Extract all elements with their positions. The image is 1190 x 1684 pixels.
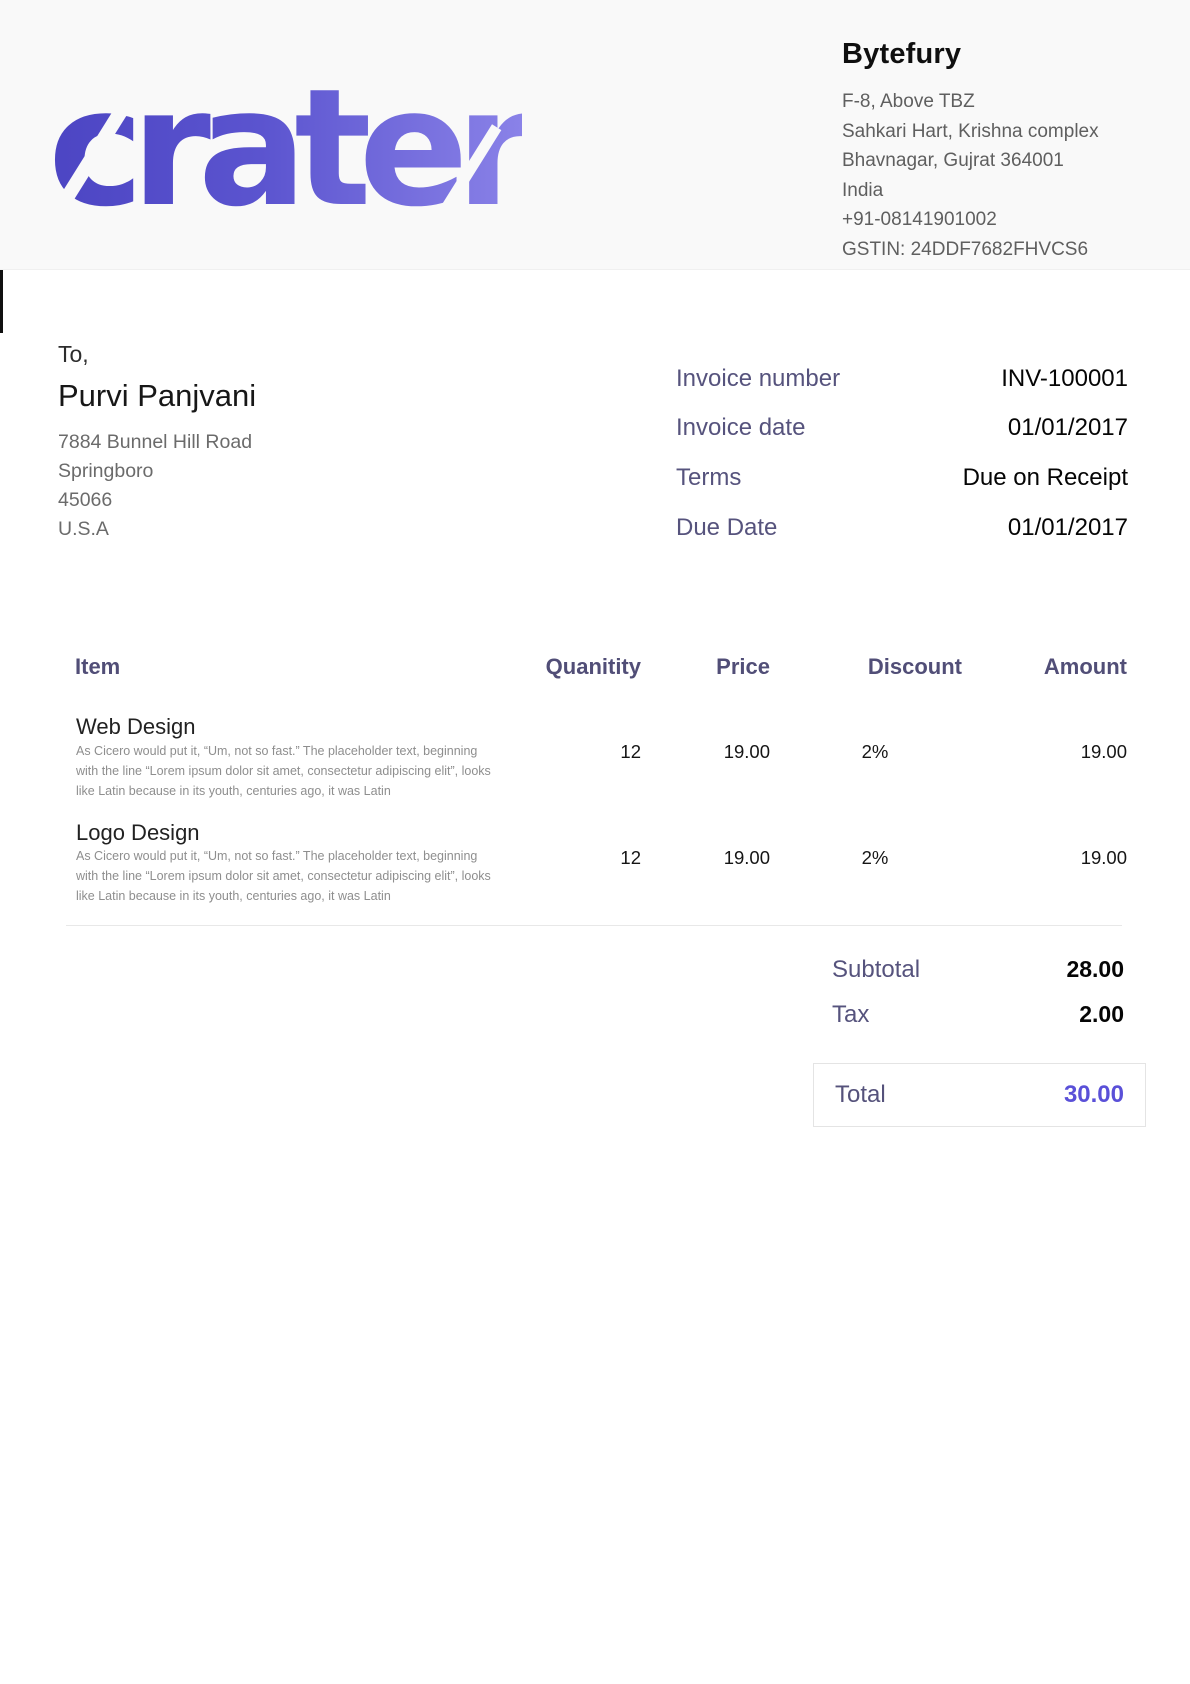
item-description-line: As Cicero would put it, “Um, not so fast…	[76, 846, 491, 866]
item-amount: 19.00	[967, 741, 1127, 763]
company-address-line: Sahkari Hart, Krishna complex	[842, 117, 1172, 147]
column-header-item: Item	[75, 654, 120, 680]
company-address-line: F-8, Above TBZ	[842, 87, 1172, 117]
invoice-number-label: Invoice number	[676, 365, 840, 393]
column-header-amount: Amount	[967, 654, 1127, 680]
due-date-label: Due Date	[676, 514, 777, 542]
company-gstin: GSTIN: 24DDF7682FHVCS6	[842, 235, 1172, 265]
item-name: Web Design	[76, 714, 195, 740]
bill-to-block: To, Purvi Panjvani 7884 Bunnel Hill Road…	[58, 341, 256, 544]
tax-row: Tax 2.00	[832, 1001, 1124, 1029]
tax-value: 2.00	[1079, 1001, 1124, 1028]
subtotal-label: Subtotal	[832, 956, 920, 984]
bill-to-intro: To,	[58, 341, 256, 368]
customer-address-line: U.S.A	[58, 515, 256, 544]
company-address-line: Bhavnagar, Gujrat 364001	[842, 146, 1172, 176]
item-description-line: like Latin because in its youth, centuri…	[76, 886, 491, 906]
company-address: F-8, Above TBZ Sahkari Hart, Krishna com…	[842, 87, 1172, 264]
invoice-number-row: Invoice number INV-100001	[676, 365, 1128, 393]
company-address-line: India	[842, 176, 1172, 206]
invoice-page: crater Bytefury F-8, Above TBZ Sahkari H…	[0, 0, 1190, 1684]
grand-total-value: 30.00	[1064, 1081, 1124, 1109]
company-info: Bytefury F-8, Above TBZ Sahkari Hart, Kr…	[842, 38, 1172, 264]
item-name: Logo Design	[76, 820, 200, 846]
crater-logo: crater	[48, 68, 522, 228]
column-header-discount: Discount	[802, 654, 962, 680]
item-description-line: like Latin because in its youth, centuri…	[76, 781, 491, 801]
grand-total-box: Total 30.00	[813, 1063, 1146, 1127]
item-description-line: with the line “Lorem ipsum dolor sit ame…	[76, 761, 491, 781]
item-description-line: with the line “Lorem ipsum dolor sit ame…	[76, 866, 491, 886]
customer-address-line: 45066	[58, 486, 256, 515]
terms-label: Terms	[676, 464, 741, 492]
subtotal-value: 28.00	[1066, 956, 1124, 983]
invoice-number-value: INV-100001	[1001, 365, 1128, 393]
tax-label: Tax	[832, 1001, 869, 1029]
item-description: As Cicero would put it, “Um, not so fast…	[76, 741, 491, 801]
customer-address-line: 7884 Bunnel Hill Road	[58, 428, 256, 457]
item-description: As Cicero would put it, “Um, not so fast…	[76, 846, 491, 906]
invoice-date-value: 01/01/2017	[1008, 414, 1128, 442]
column-header-price: Price	[610, 654, 770, 680]
item-description-line: As Cicero would put it, “Um, not so fast…	[76, 741, 491, 761]
item-amount: 19.00	[967, 847, 1127, 869]
customer-address: 7884 Bunnel Hill Road Springboro 45066 U…	[58, 428, 256, 544]
item-discount: 2%	[795, 741, 955, 763]
company-phone: +91-08141901002	[842, 205, 1172, 235]
invoice-date-label: Invoice date	[676, 414, 805, 442]
table-bottom-divider	[66, 925, 1122, 926]
item-price: 19.00	[610, 847, 770, 869]
terms-row: Terms Due on Receipt	[676, 464, 1128, 492]
grand-total-label: Total	[835, 1081, 886, 1109]
customer-name: Purvi Panjvani	[58, 378, 256, 414]
item-discount: 2%	[795, 847, 955, 869]
customer-address-line: Springboro	[58, 457, 256, 486]
due-date-value: 01/01/2017	[1008, 514, 1128, 542]
invoice-date-row: Invoice date 01/01/2017	[676, 414, 1128, 442]
company-name: Bytefury	[842, 38, 1172, 71]
terms-value: Due on Receipt	[963, 464, 1128, 492]
due-date-row: Due Date 01/01/2017	[676, 514, 1128, 542]
subtotal-row: Subtotal 28.00	[832, 956, 1124, 984]
item-price: 19.00	[610, 741, 770, 763]
